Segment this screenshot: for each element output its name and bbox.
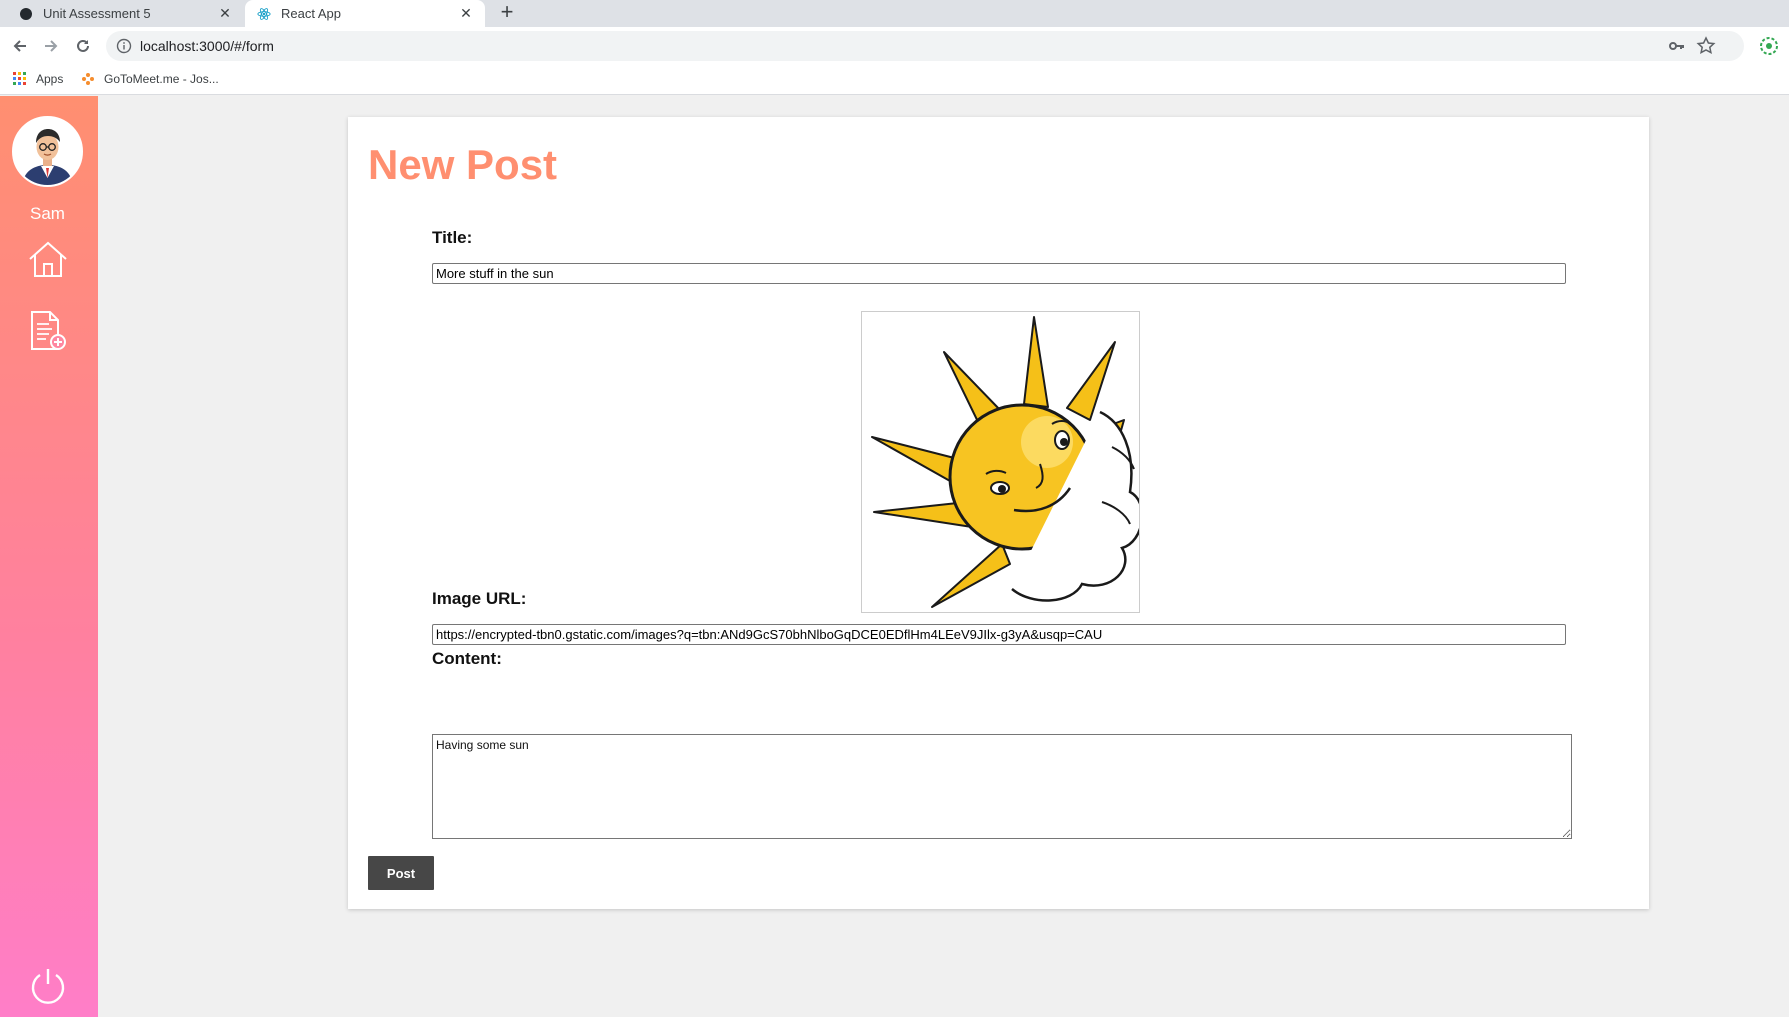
avatar[interactable] <box>12 116 83 187</box>
main-content: New Post Title: More stuff in the sun Im… <box>98 96 1789 1017</box>
image-url-input[interactable] <box>432 624 1566 645</box>
home-icon[interactable] <box>26 237 70 281</box>
content-textarea[interactable]: Having some sun <box>432 734 1572 839</box>
new-post-card: New Post Title: More stuff in the sun Im… <box>348 117 1649 909</box>
github-icon <box>19 7 33 21</box>
bookmark-gotomeet[interactable]: GoToMeet.me - Jos... <box>80 71 219 87</box>
back-arrow-icon[interactable] <box>8 34 32 58</box>
key-icon[interactable] <box>1668 37 1686 55</box>
address-bar[interactable]: localhost:3000/#/form <box>106 31 1744 61</box>
gotomeeting-icon <box>80 71 96 87</box>
content-label: Content: <box>432 649 502 668</box>
close-icon[interactable]: ✕ <box>216 4 234 22</box>
bookmark-star-icon[interactable] <box>1696 36 1716 56</box>
extension-icon[interactable] <box>1759 36 1779 56</box>
page-title: New Post <box>368 141 558 188</box>
tab-react-app[interactable]: React App ✕ <box>245 0 485 27</box>
bookmarks-bar: Apps GoToMeet.me - Jos... <box>0 65 1789 95</box>
image-url-label: Image URL: <box>432 589 527 608</box>
new-post-icon[interactable] <box>26 309 70 353</box>
bookmark-label: GoToMeet.me - Jos... <box>104 72 219 86</box>
power-icon[interactable] <box>28 966 72 1010</box>
new-tab-icon[interactable]: + <box>494 1 520 25</box>
title-label: Title: <box>432 228 473 247</box>
username: Sam <box>30 204 65 223</box>
apps-grid-icon <box>12 71 28 87</box>
browser-toolbar: localhost:3000/#/form <box>0 27 1789 65</box>
bookmark-apps[interactable]: Apps <box>12 71 63 87</box>
tab-label: Unit Assessment 5 <box>43 6 151 21</box>
image-preview <box>861 311 1140 613</box>
reload-icon[interactable] <box>71 34 95 58</box>
url-text: localhost:3000/#/form <box>140 38 274 54</box>
tab-label: React App <box>281 6 341 21</box>
title-input[interactable] <box>432 263 1566 284</box>
close-icon[interactable]: ✕ <box>457 4 475 22</box>
tab-unit-assessment[interactable]: Unit Assessment 5 ✕ <box>0 0 244 27</box>
post-button[interactable]: Post <box>368 856 434 890</box>
forward-arrow-icon[interactable] <box>39 34 63 58</box>
sidebar: Sam <box>0 96 98 1017</box>
tab-strip: Unit Assessment 5 ✕ React App ✕ + <box>0 0 1789 27</box>
bookmark-label: Apps <box>36 72 64 86</box>
react-icon <box>257 7 271 21</box>
info-icon[interactable] <box>116 38 132 54</box>
